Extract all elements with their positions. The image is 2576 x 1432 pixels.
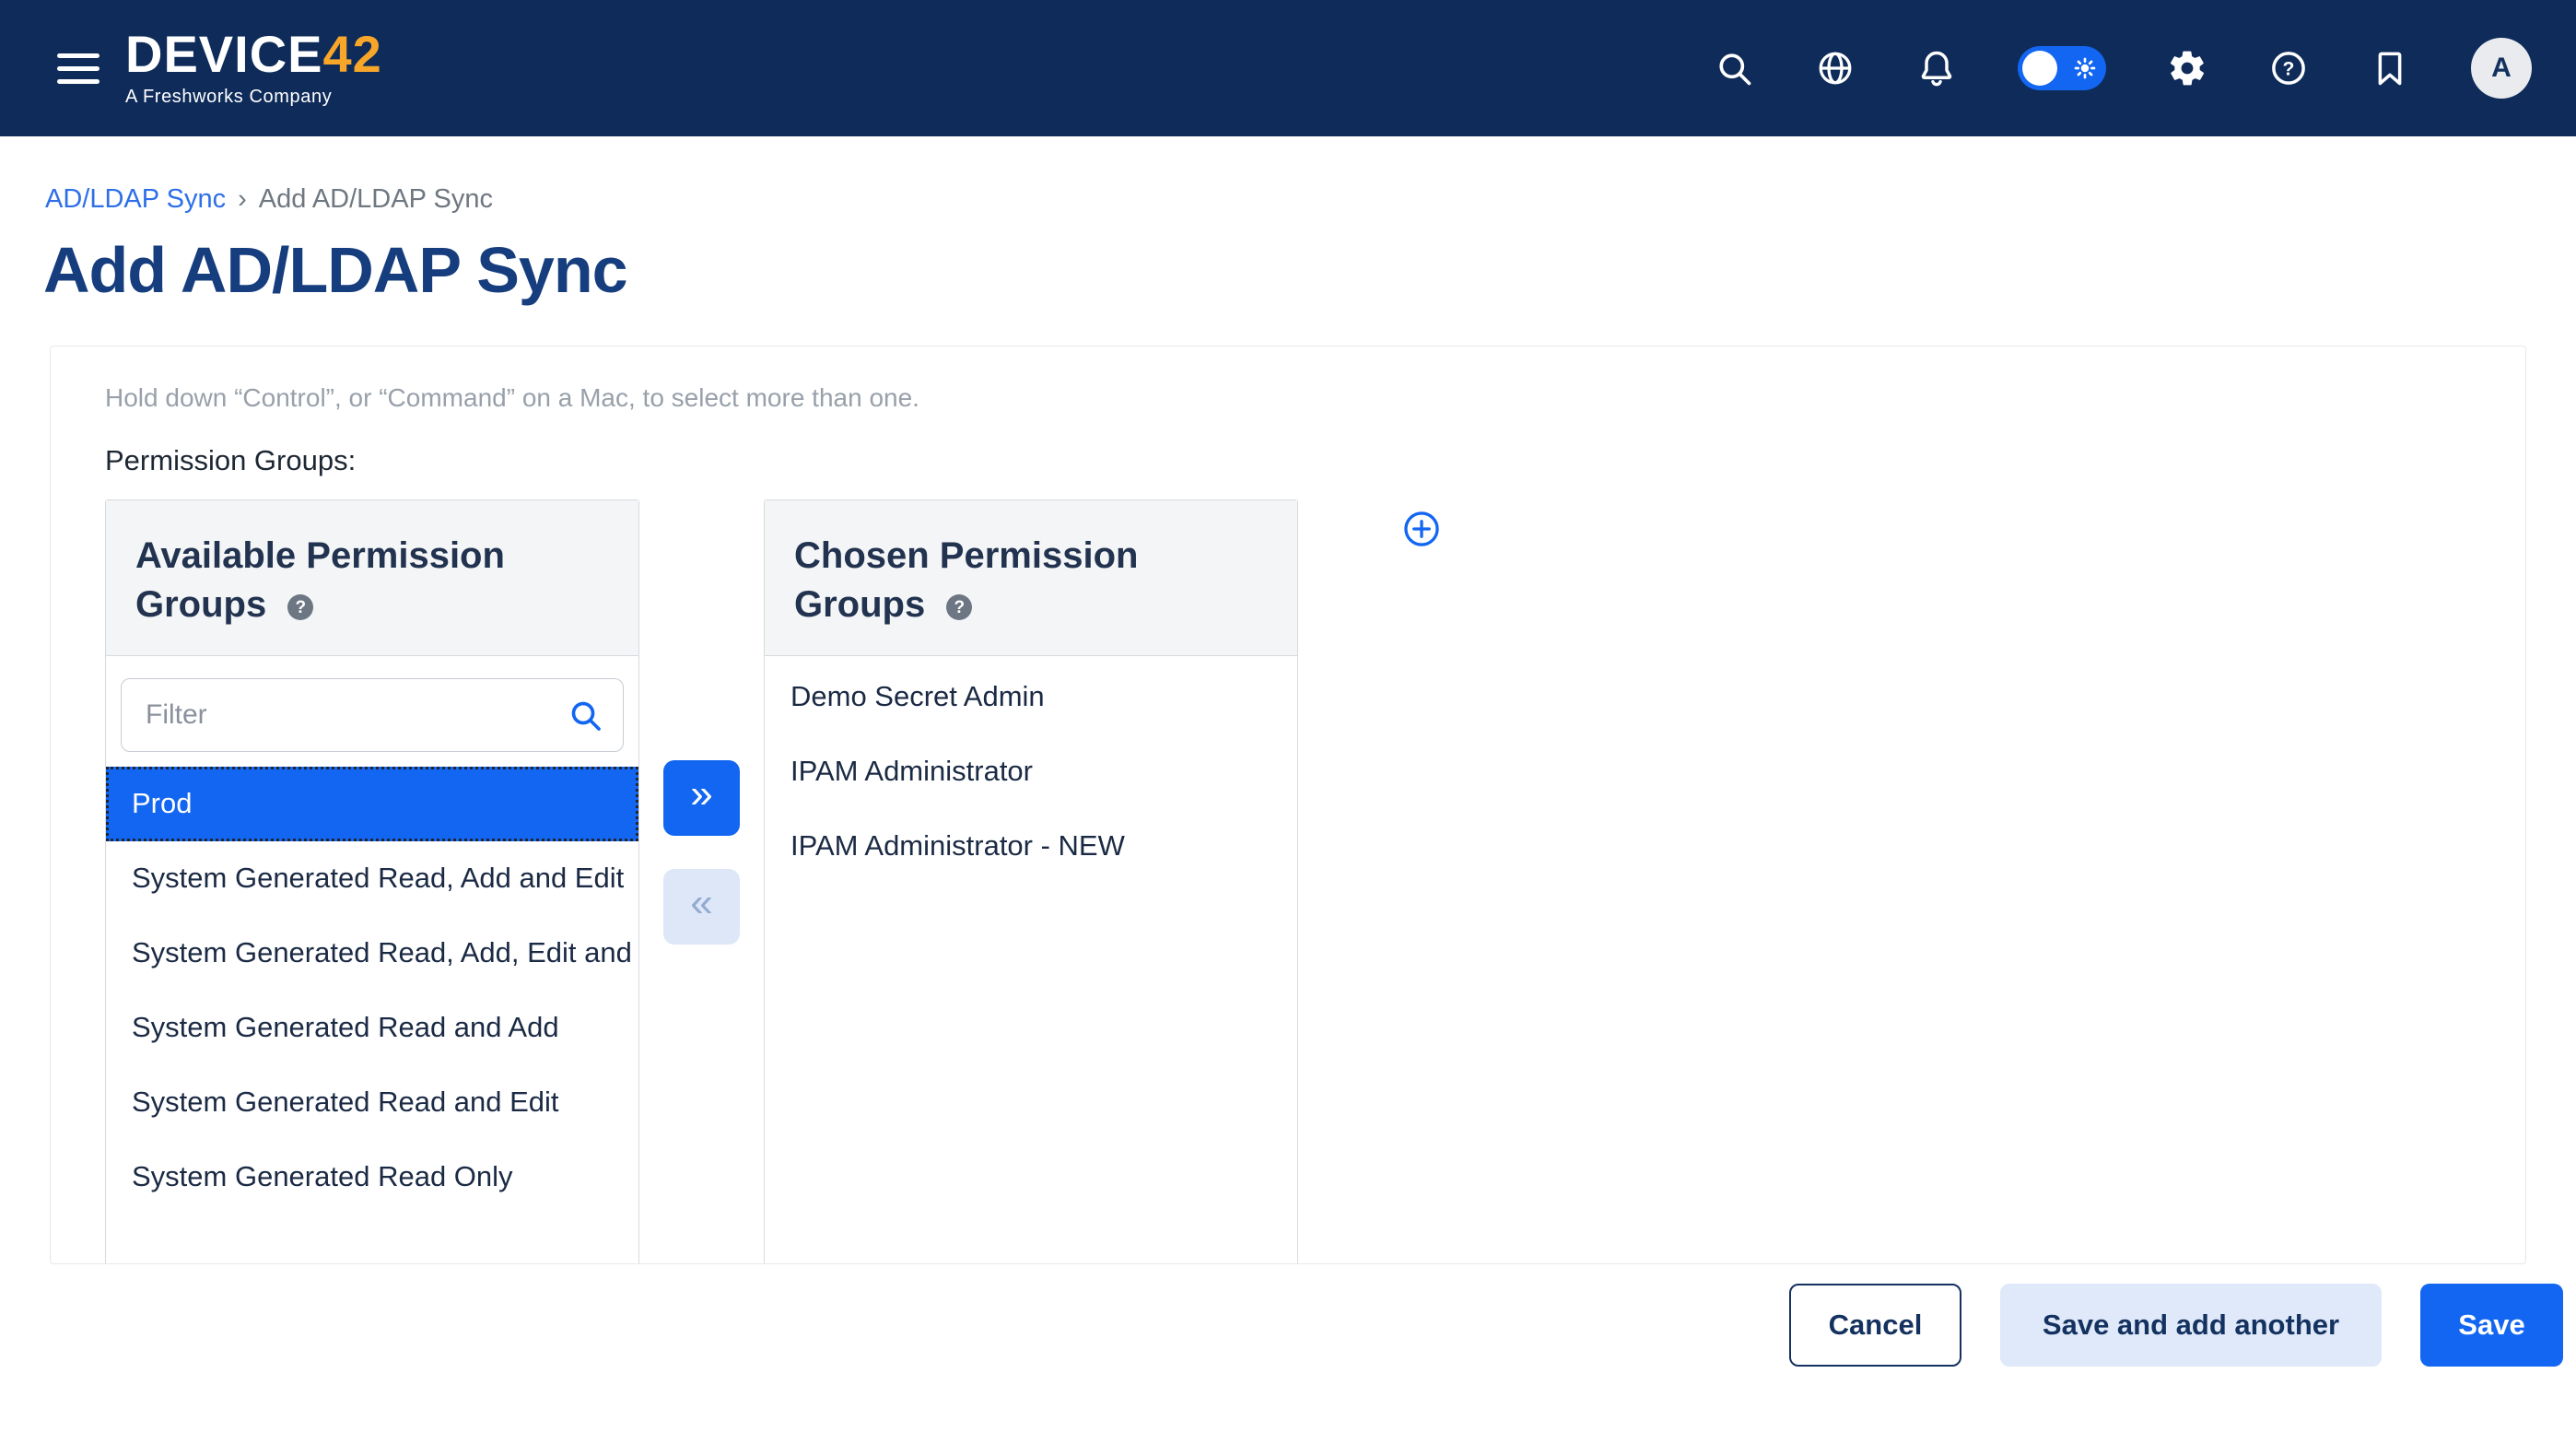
available-item[interactable]: Prod bbox=[106, 767, 638, 841]
avatar[interactable]: A bbox=[2471, 38, 2532, 99]
chosen-panel-header: Chosen Permission Groups ? bbox=[765, 500, 1297, 656]
brand-name-accent: 42 bbox=[323, 25, 382, 83]
form-card: Hold down “Control”, or “Command” on a M… bbox=[50, 346, 2526, 1264]
navbar-actions: ? A bbox=[1714, 38, 2532, 99]
breadcrumb-current: Add AD/LDAP Sync bbox=[259, 184, 493, 215]
permission-groups-picker: Available Permission Groups ? ProdSystem… bbox=[105, 499, 2525, 1264]
multiselect-hint: Hold down “Control”, or “Command” on a M… bbox=[105, 383, 2525, 413]
choose-all-button[interactable]: » bbox=[663, 760, 740, 836]
brand-tagline: A Freshworks Company bbox=[125, 87, 382, 108]
available-panel-body: ProdSystem Generated Read, Add and EditS… bbox=[106, 678, 638, 1215]
breadcrumb-separator: › bbox=[238, 184, 247, 215]
breadcrumb: AD/LDAP Sync › Add AD/LDAP Sync bbox=[45, 184, 2576, 215]
available-item[interactable]: System Generated Read, Add and Edit bbox=[106, 841, 638, 916]
chosen-permission-groups-panel: Chosen Permission Groups ? Demo Secret A… bbox=[764, 499, 1298, 1264]
mover-controls: » « bbox=[663, 760, 740, 945]
sun-icon bbox=[2070, 53, 2100, 83]
chosen-item[interactable]: IPAM Administrator bbox=[765, 734, 1297, 809]
save-and-add-another-button[interactable]: Save and add another bbox=[2000, 1284, 2382, 1367]
available-panel-header: Available Permission Groups ? bbox=[106, 500, 638, 656]
brand-name: DEVICE bbox=[125, 25, 323, 83]
brand-logo[interactable]: DEVICE42 A Freshworks Company bbox=[125, 29, 382, 108]
save-button[interactable]: Save bbox=[2420, 1284, 2563, 1367]
menu-icon[interactable] bbox=[57, 53, 100, 84]
cancel-button[interactable]: Cancel bbox=[1789, 1284, 1961, 1367]
available-item[interactable]: System Generated Read, Add, Edit and Del… bbox=[106, 916, 638, 991]
available-help-icon[interactable]: ? bbox=[287, 594, 313, 620]
available-panel-title: Available Permission Groups bbox=[135, 535, 505, 625]
footer-actions: Cancel Save and add another Save bbox=[0, 1264, 2576, 1386]
available-item[interactable]: System Generated Read and Add bbox=[106, 991, 638, 1065]
toggle-knob bbox=[2022, 51, 2057, 86]
chosen-item[interactable]: Demo Secret Admin bbox=[765, 660, 1297, 734]
search-icon[interactable] bbox=[1714, 48, 1754, 88]
globe-icon[interactable] bbox=[1815, 48, 1856, 88]
remove-all-button[interactable]: « bbox=[663, 869, 740, 945]
breadcrumb-link-adldap-sync[interactable]: AD/LDAP Sync bbox=[45, 184, 226, 215]
available-permission-groups-panel: Available Permission Groups ? ProdSystem… bbox=[105, 499, 639, 1264]
bookmark-icon[interactable] bbox=[2370, 48, 2410, 88]
available-item[interactable]: System Generated Read Only bbox=[106, 1140, 638, 1215]
page-title: Add AD/LDAP Sync bbox=[43, 233, 2576, 307]
chosen-item[interactable]: IPAM Administrator - NEW bbox=[765, 809, 1297, 884]
chosen-help-icon[interactable]: ? bbox=[946, 594, 972, 620]
available-list: ProdSystem Generated Read, Add and EditS… bbox=[106, 767, 638, 1215]
bell-icon[interactable] bbox=[1916, 48, 1957, 88]
available-item[interactable]: System Generated Read and Edit bbox=[106, 1065, 638, 1140]
gear-icon[interactable] bbox=[2167, 48, 2207, 88]
top-navbar: DEVICE42 A Freshworks Company ? A bbox=[0, 0, 2576, 136]
help-icon[interactable]: ? bbox=[2268, 48, 2309, 88]
add-permission-group-icon[interactable] bbox=[1401, 509, 1442, 549]
svg-text:?: ? bbox=[2283, 59, 2295, 80]
filter-input[interactable] bbox=[121, 678, 624, 752]
theme-toggle[interactable] bbox=[2018, 46, 2106, 90]
permission-groups-label: Permission Groups: bbox=[105, 444, 2525, 477]
chosen-list: Demo Secret AdminIPAM AdministratorIPAM … bbox=[765, 656, 1297, 884]
